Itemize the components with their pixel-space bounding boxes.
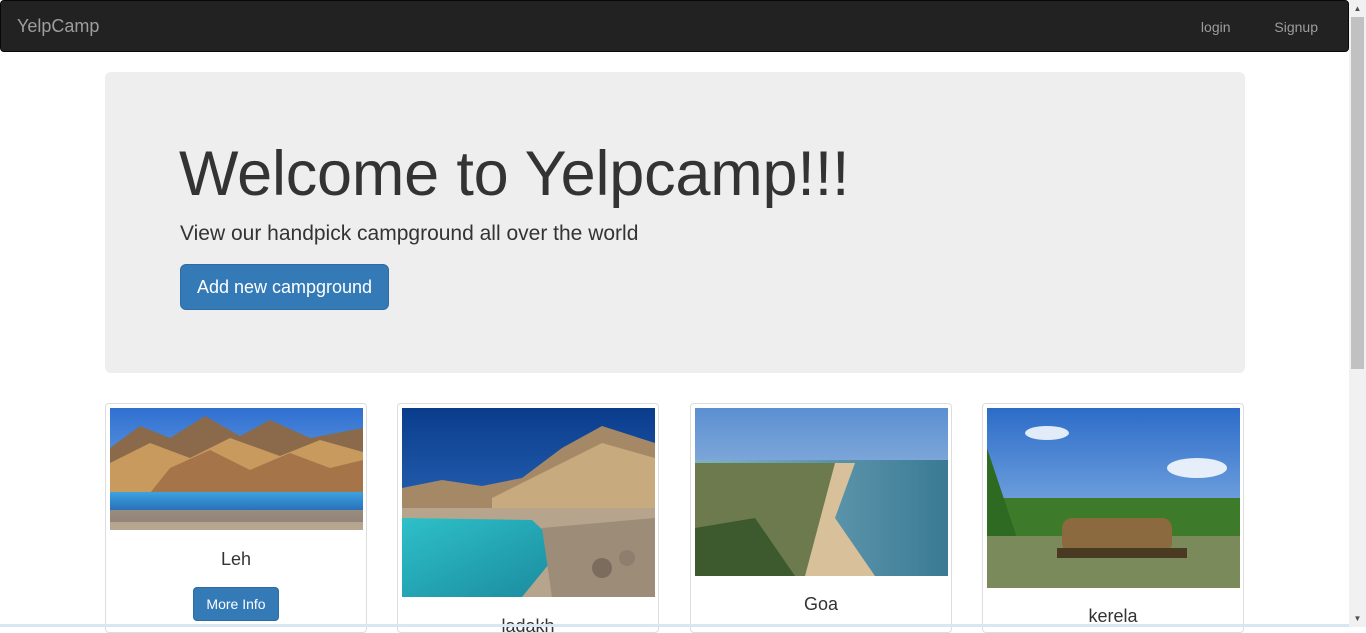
vertical-scrollbar[interactable]: ▲ ▼ xyxy=(1349,0,1366,627)
campground-card-goa: Goa xyxy=(690,403,952,633)
add-campground-button[interactable]: Add new campground xyxy=(180,264,389,310)
brand-link[interactable]: YelpCamp xyxy=(17,16,99,37)
scroll-up-arrow-icon[interactable]: ▲ xyxy=(1349,0,1366,17)
campground-name: Goa xyxy=(803,594,839,614)
signup-link[interactable]: Signup xyxy=(1274,19,1318,35)
campground-name: Leh xyxy=(220,549,252,569)
more-info-button[interactable]: More Info xyxy=(193,587,279,621)
houseboat-backwater-image xyxy=(987,408,1240,588)
scrollbar-thumb[interactable] xyxy=(1351,17,1364,369)
river-valley-image xyxy=(402,408,655,597)
navbar: YelpCamp login Signup xyxy=(0,0,1349,52)
scroll-down-arrow-icon[interactable]: ▼ xyxy=(1349,610,1366,627)
jumbotron: Welcome to Yelpcamp!!! View our handpick… xyxy=(105,72,1245,373)
page-title: Welcome to Yelpcamp!!! xyxy=(179,139,850,209)
nav-links: login Signup xyxy=(1161,19,1318,35)
campground-card-ladakh: ladakh xyxy=(397,403,659,633)
login-link[interactable]: login xyxy=(1201,19,1231,35)
page-subtitle: View our handpick campground all over th… xyxy=(180,222,639,245)
beach-coast-image xyxy=(695,408,948,576)
campground-card-leh: Leh More Info xyxy=(105,403,367,633)
mountain-lake-image xyxy=(110,408,363,530)
campground-card-kerela: kerela xyxy=(982,403,1244,633)
